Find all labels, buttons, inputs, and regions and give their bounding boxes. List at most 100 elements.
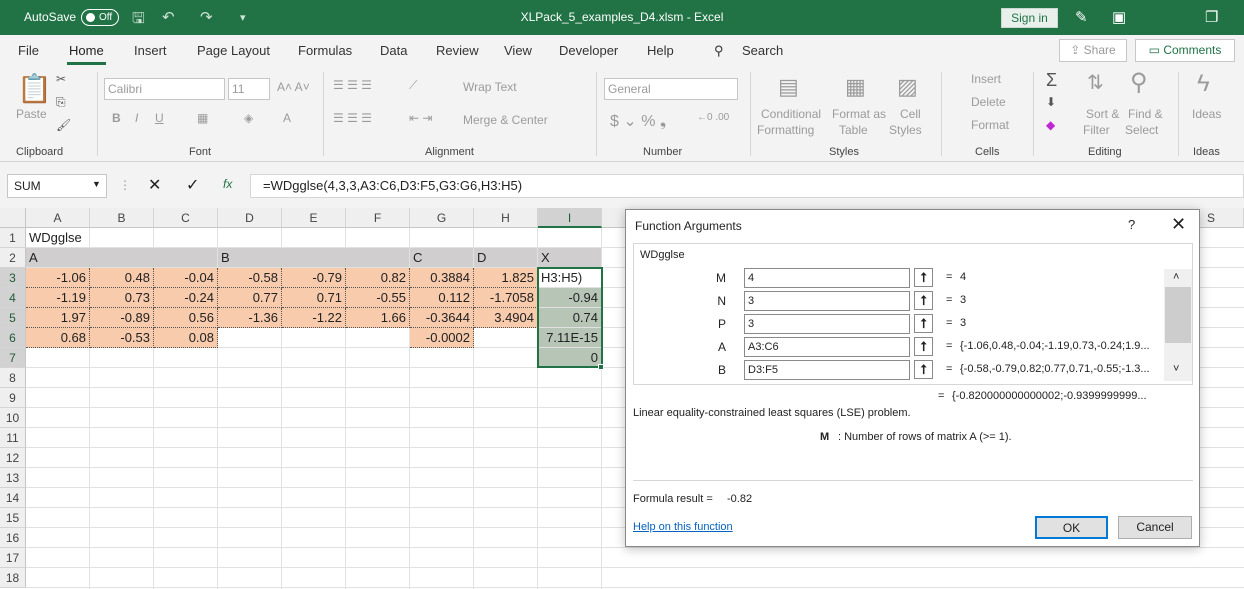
paste-icon[interactable]: 📋 xyxy=(17,72,52,105)
ideas-button[interactable]: Ideas xyxy=(1192,107,1221,121)
cell-g4[interactable]: 0.112 xyxy=(410,288,474,308)
indent-icon[interactable]: ⇤ ⇥ xyxy=(409,111,432,125)
conditional-formatting-label-2[interactable]: Formatting xyxy=(757,123,814,137)
cell-i4[interactable]: -0.94 xyxy=(538,288,602,308)
search-icon[interactable]: ⚲ xyxy=(714,43,724,59)
help-link[interactable]: Help on this function xyxy=(633,521,733,533)
orientation-icon[interactable]: ⟋ xyxy=(409,78,417,93)
cell-a2[interactable]: A xyxy=(26,248,218,268)
cell-h6[interactable] xyxy=(474,328,538,348)
format-cells-button[interactable]: Format xyxy=(971,118,1009,132)
argument-input[interactable]: 3 xyxy=(744,314,910,334)
comments-button[interactable]: ▭ Comments xyxy=(1135,39,1235,62)
row-header[interactable]: 6 xyxy=(0,328,26,348)
cell-d4[interactable]: 0.77 xyxy=(218,288,282,308)
underline-icon[interactable]: U xyxy=(155,111,164,125)
column-header[interactable]: F xyxy=(346,208,410,228)
scroll-up-icon[interactable]: ˄ xyxy=(1173,271,1179,283)
find-select-icon[interactable]: ⚲ xyxy=(1130,68,1148,97)
clear-icon[interactable]: ◆ xyxy=(1046,118,1055,132)
wrap-text-button[interactable]: Wrap Text xyxy=(463,80,517,94)
ok-button[interactable]: OK xyxy=(1035,516,1108,539)
enter-icon[interactable]: ✓ xyxy=(186,175,199,195)
collapse-dialog-icon[interactable]: ⭡ xyxy=(914,337,933,356)
paste-button[interactable]: Paste xyxy=(16,107,47,121)
number-format-select[interactable]: General xyxy=(604,78,738,100)
align-top-icon[interactable]: ☰ ☰ ☰ xyxy=(333,78,372,92)
ideas-icon[interactable]: ϟ xyxy=(1197,70,1210,98)
grow-font-icon[interactable]: A˄ A˅ xyxy=(277,80,310,94)
cell-c3[interactable]: -0.04 xyxy=(154,268,218,288)
cell-h2[interactable]: D xyxy=(474,248,538,268)
close-icon[interactable]: ✕ xyxy=(1171,214,1186,235)
font-color-icon[interactable]: A xyxy=(283,111,291,125)
tab-data[interactable]: Data xyxy=(380,43,407,58)
ribbon-display-icon[interactable]: ▣ xyxy=(1112,8,1126,26)
row-header[interactable]: 10 xyxy=(0,408,26,428)
collapse-dialog-icon[interactable]: ⭡ xyxy=(914,314,933,333)
pen-icon[interactable]: ✎ xyxy=(1075,8,1088,26)
tab-page-layout[interactable]: Page Layout xyxy=(197,43,270,58)
row-header[interactable]: 15 xyxy=(0,508,26,528)
search-box[interactable]: Search xyxy=(742,43,783,58)
column-header[interactable]: H xyxy=(474,208,538,228)
cell-d5[interactable]: -1.36 xyxy=(218,308,282,328)
format-table-label-2[interactable]: Table xyxy=(839,123,868,137)
sort-filter-icon[interactable]: ⇅ xyxy=(1087,70,1104,95)
column-header[interactable]: B xyxy=(90,208,154,228)
italic-icon[interactable]: I xyxy=(135,111,138,125)
cell-g2[interactable]: C xyxy=(410,248,474,268)
cell-d3[interactable]: -0.58 xyxy=(218,268,282,288)
row-header[interactable]: 17 xyxy=(0,548,26,568)
insert-cells-button[interactable]: Insert xyxy=(971,72,1001,86)
cell-b4[interactable]: 0.73 xyxy=(90,288,154,308)
row-header[interactable]: 18 xyxy=(0,568,26,588)
format-table-icon[interactable]: ▦ xyxy=(845,74,866,100)
column-header[interactable]: A xyxy=(26,208,90,228)
arguments-scrollbar[interactable]: ˄ ˅ xyxy=(1164,269,1192,381)
cell-i6[interactable]: 7.11E-15 xyxy=(538,328,602,348)
cell-e4[interactable]: 0.71 xyxy=(282,288,346,308)
sort-filter-label[interactable]: Sort & xyxy=(1086,107,1119,121)
cell-b6[interactable]: -0.53 xyxy=(90,328,154,348)
restore-icon[interactable]: ❐ xyxy=(1205,8,1218,26)
row-header[interactable]: 2 xyxy=(0,248,26,268)
cell-h5[interactable]: 3.4904 xyxy=(474,308,538,328)
cell-styles-label-2[interactable]: Styles xyxy=(889,123,922,137)
format-painter-icon[interactable]: 🖌 xyxy=(56,118,71,132)
cell-g6[interactable]: -0.0002 xyxy=(410,328,474,348)
cell-f3[interactable]: 0.82 xyxy=(346,268,410,288)
column-header[interactable]: I xyxy=(538,208,602,228)
cell-i7[interactable]: 0 xyxy=(538,348,602,368)
cancel-icon[interactable]: ✕ xyxy=(148,175,161,195)
tab-review[interactable]: Review xyxy=(436,43,479,58)
format-table-label[interactable]: Format as xyxy=(832,107,886,121)
font-size-select[interactable]: 11 xyxy=(228,78,270,100)
row-header[interactable]: 13 xyxy=(0,468,26,488)
cell-f5[interactable]: 1.66 xyxy=(346,308,410,328)
collapse-dialog-icon[interactable]: ⭡ xyxy=(914,291,933,310)
cell-d2[interactable]: B xyxy=(218,248,410,268)
row-header[interactable]: 8 xyxy=(0,368,26,388)
bold-icon[interactable]: B xyxy=(112,111,121,125)
tab-view[interactable]: View xyxy=(504,43,532,58)
cell-i3[interactable]: H3:H5) xyxy=(538,268,602,288)
tab-help[interactable]: Help xyxy=(647,43,674,58)
tab-formulas[interactable]: Formulas xyxy=(298,43,352,58)
collapse-dialog-icon[interactable]: ⭡ xyxy=(914,360,933,379)
currency-icon[interactable]: $ ⌄ % ❟ xyxy=(610,111,666,131)
conditional-formatting-label[interactable]: Conditional xyxy=(761,107,821,121)
merge-center-button[interactable]: Merge & Center xyxy=(463,113,548,127)
cell-b3[interactable]: 0.48 xyxy=(90,268,154,288)
sign-in-button[interactable]: Sign in xyxy=(1001,8,1058,28)
select-all-corner[interactable] xyxy=(0,208,26,228)
cell-d6[interactable] xyxy=(218,328,282,348)
row-header[interactable]: 12 xyxy=(0,448,26,468)
row-header[interactable]: 1 xyxy=(0,228,26,248)
sort-filter-label-2[interactable]: Filter xyxy=(1083,123,1110,137)
help-icon[interactable]: ? xyxy=(1128,217,1135,232)
argument-input[interactable]: 4 xyxy=(744,268,910,288)
decimal-icon[interactable]: ←0 .00 xyxy=(697,112,729,123)
delete-cells-button[interactable]: Delete xyxy=(971,95,1006,109)
column-header[interactable]: E xyxy=(282,208,346,228)
